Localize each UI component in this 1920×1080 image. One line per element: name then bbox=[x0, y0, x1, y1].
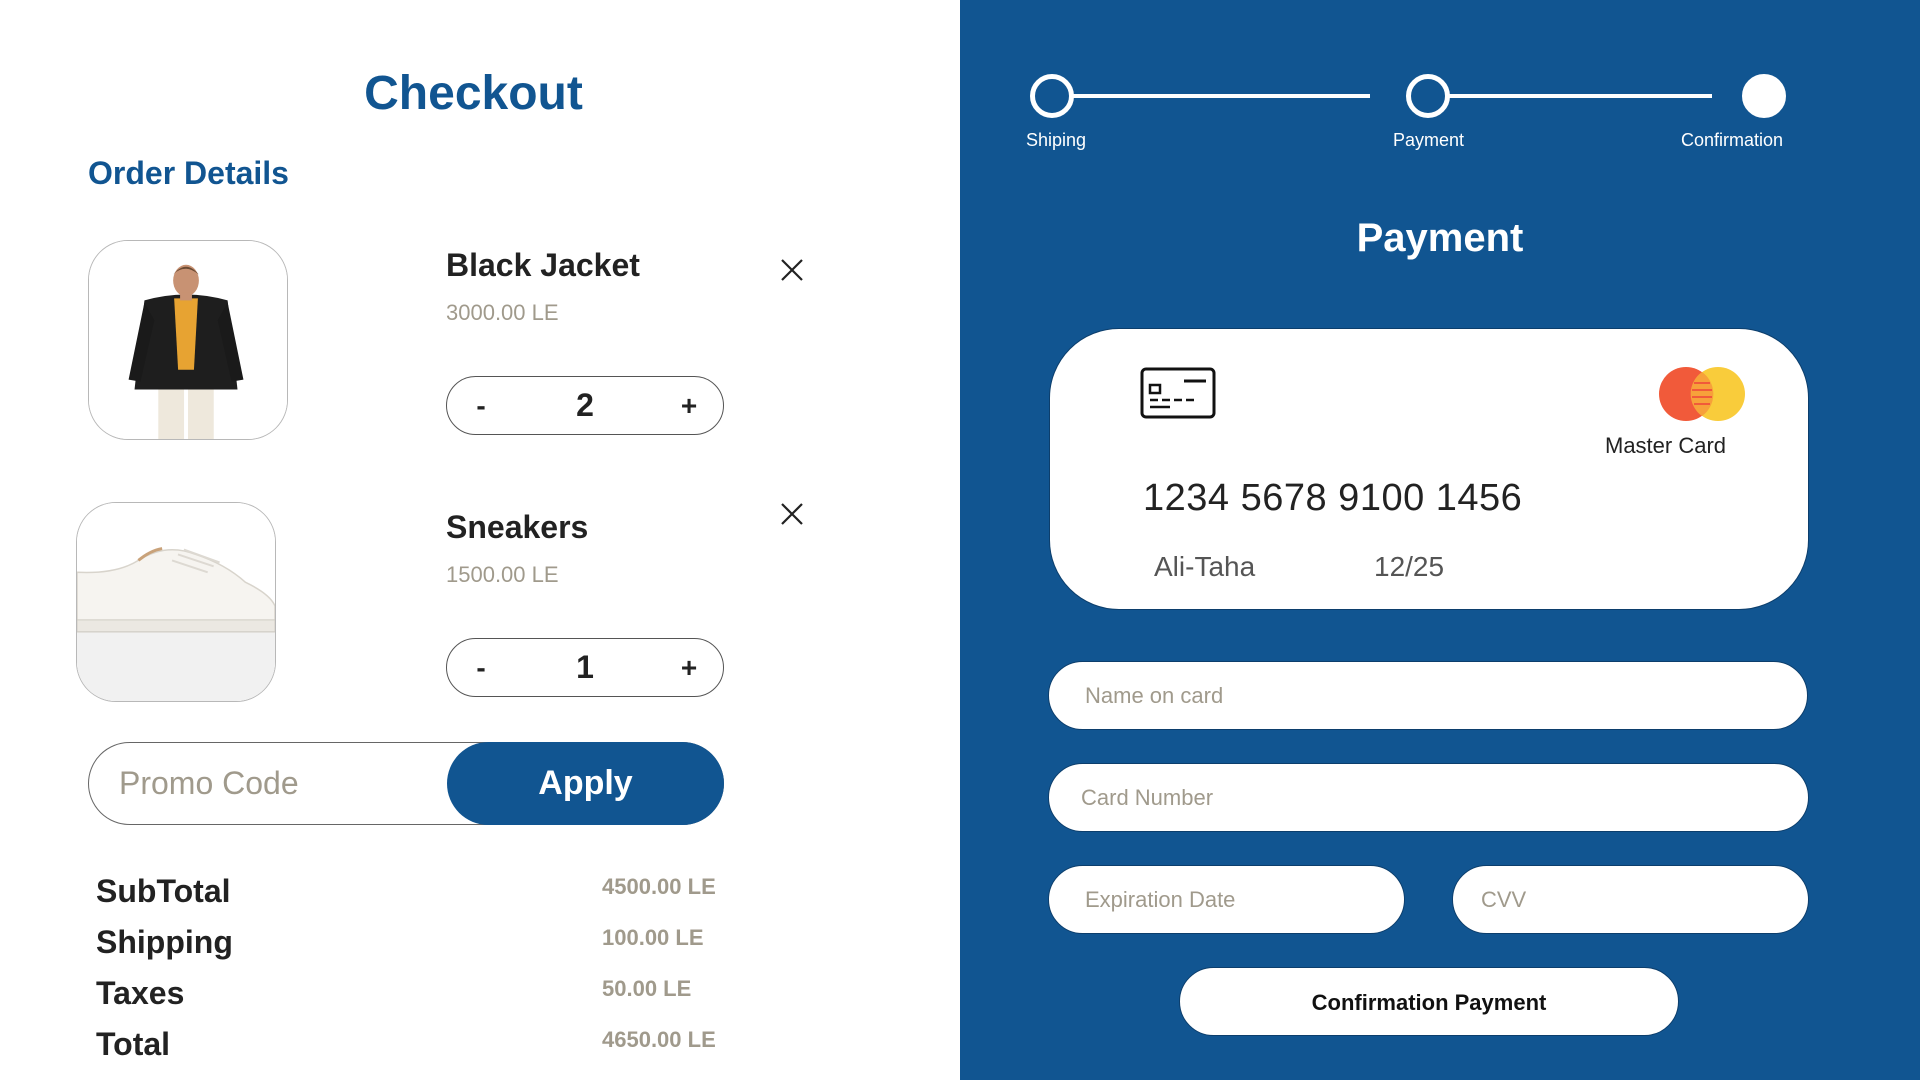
total-value: 4650.00 LE bbox=[602, 1027, 716, 1052]
apply-promo-button[interactable]: Apply bbox=[447, 742, 724, 825]
subtotal-value: 4500.00 LE bbox=[602, 874, 716, 899]
quantity-stepper-jacket: - 2 + bbox=[446, 376, 724, 435]
card-number-field bbox=[1048, 763, 1809, 832]
step-label-shipping: Shiping bbox=[1026, 130, 1087, 150]
page-title: Checkout bbox=[364, 67, 583, 120]
expiration-date-input[interactable] bbox=[1085, 866, 1384, 933]
credit-card-icon bbox=[1140, 367, 1216, 419]
product-image-sneakers bbox=[76, 502, 276, 702]
card-holder-display: Ali-Taha bbox=[1154, 551, 1256, 582]
increase-quantity-button[interactable]: + bbox=[669, 639, 709, 696]
name-on-card-input[interactable] bbox=[1085, 662, 1787, 729]
item-name-sneakers: Sneakers bbox=[446, 509, 589, 545]
item-price-jacket: 3000.00 LE bbox=[446, 300, 559, 325]
step-payment-indicator[interactable] bbox=[1406, 74, 1450, 118]
increase-quantity-button[interactable]: + bbox=[669, 377, 709, 434]
step-confirmation-indicator[interactable] bbox=[1742, 74, 1786, 118]
expiration-date-field bbox=[1048, 865, 1405, 934]
name-on-card-field bbox=[1048, 661, 1808, 730]
confirm-payment-button[interactable]: Confirmation Payment bbox=[1179, 967, 1679, 1036]
remove-sneakers-button[interactable] bbox=[778, 500, 806, 528]
progress-line bbox=[1072, 94, 1370, 98]
product-image-jacket bbox=[88, 240, 288, 440]
step-shipping-indicator[interactable] bbox=[1030, 74, 1074, 118]
decrease-quantity-button[interactable]: - bbox=[461, 639, 501, 696]
cvv-input[interactable] bbox=[1481, 866, 1788, 933]
shipping-value: 100.00 LE bbox=[602, 925, 704, 950]
card-number-input[interactable] bbox=[1081, 764, 1788, 831]
item-price-sneakers: 1500.00 LE bbox=[446, 562, 559, 587]
checkout-panel: Checkout Order Details Black Jacket 3000… bbox=[0, 0, 960, 1080]
close-icon bbox=[781, 503, 803, 525]
card-expiry-display: 12/25 bbox=[1374, 551, 1445, 582]
payment-panel: Shiping Payment Confirmation Payment Mas… bbox=[960, 0, 1920, 1080]
total-label: Total bbox=[96, 1026, 171, 1062]
subtotal-label: SubTotal bbox=[96, 873, 231, 909]
promo-code-input[interactable] bbox=[119, 743, 419, 824]
order-details-heading: Order Details bbox=[88, 155, 289, 191]
step-label-confirmation: Confirmation bbox=[1681, 130, 1784, 150]
cvv-field bbox=[1452, 865, 1809, 934]
sneaker-image bbox=[77, 503, 275, 701]
quantity-stepper-sneakers: - 1 + bbox=[446, 638, 724, 697]
step-label-payment: Payment bbox=[1393, 130, 1465, 150]
card-number-display: 1234 5678 9100 1456 bbox=[1143, 477, 1523, 519]
decrease-quantity-button[interactable]: - bbox=[461, 377, 501, 434]
mastercard-logo bbox=[1659, 367, 1745, 421]
taxes-value: 50.00 LE bbox=[602, 976, 692, 1001]
payment-title: Payment bbox=[1356, 216, 1524, 260]
taxes-label: Taxes bbox=[96, 975, 185, 1011]
card-preview: Master Card 1234 5678 9100 1456 Ali-Taha… bbox=[1049, 328, 1809, 610]
item-name-jacket: Black Jacket bbox=[446, 247, 640, 283]
close-icon bbox=[781, 259, 803, 281]
remove-jacket-button[interactable] bbox=[778, 256, 806, 284]
progress-line bbox=[1410, 94, 1712, 98]
shipping-label: Shipping bbox=[96, 924, 233, 960]
jacket-image bbox=[89, 241, 287, 439]
card-brand-label: Master Card bbox=[1605, 433, 1727, 458]
